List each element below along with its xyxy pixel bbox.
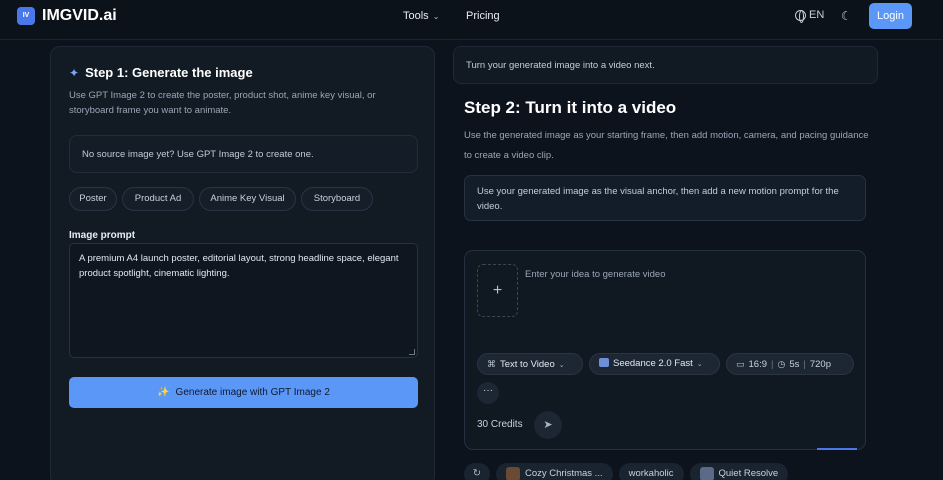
progress-indicator <box>817 448 857 450</box>
model-logo-icon <box>599 358 609 367</box>
mode-label: Text to Video <box>500 359 555 370</box>
language-label: EN <box>809 9 825 21</box>
image-prompt-textarea[interactable]: A premium A4 launch poster, editorial la… <box>69 243 418 358</box>
logo-icon[interactable]: IV <box>17 7 35 25</box>
language-switcher[interactable]: EN <box>795 9 825 23</box>
resize-handle-icon[interactable] <box>409 349 415 355</box>
nav-tools[interactable]: Tools ⌄ <box>403 10 439 22</box>
sparkle-icon: ✨ <box>157 387 170 398</box>
no-source-notice: No source image yet? Use GPT Image 2 to … <box>69 135 418 173</box>
magic-wand-icon: ✦ <box>69 65 80 80</box>
image-prompt-label: Image prompt <box>69 230 136 241</box>
globe-icon <box>795 9 806 23</box>
clock-icon: ◷ <box>777 359 786 369</box>
example-chip[interactable]: Quiet Resolve <box>689 463 789 480</box>
step1-description: Use GPT Image 2 to create the poster, pr… <box>69 90 376 116</box>
preset-chip-product-ad[interactable]: Product Ad <box>122 187 194 211</box>
model-selector[interactable]: Seedance 2.0 Fast ⌄ <box>589 353 720 375</box>
preset-chip-anime-key-visual[interactable]: Anime Key Visual <box>199 187 296 211</box>
preset-chip-poster[interactable]: Poster <box>69 187 117 211</box>
video-settings-selector[interactable]: ▭ 16:9 | ◷ 5s | 720p <box>726 353 854 375</box>
step1-heading: ✦ Step 1: Generate the image <box>69 65 253 80</box>
brand-name[interactable]: IMGVID.ai <box>42 7 117 25</box>
chevron-down-icon: ⌄ <box>696 361 703 368</box>
step2-description: Use the generated image as your starting… <box>464 130 869 161</box>
command-icon: ⌘ <box>487 359 496 369</box>
example-label: workaholic <box>628 468 674 479</box>
refresh-icon[interactable]: ↻ <box>464 463 490 480</box>
nav-pricing[interactable]: Pricing <box>466 10 500 22</box>
nav-tools-label: Tools <box>403 10 429 22</box>
video-idea-input[interactable] <box>525 266 845 282</box>
example-chip[interactable]: Cozy Christmas ... <box>496 463 613 480</box>
example-label: Quiet Resolve <box>718 468 779 479</box>
more-options-icon[interactable]: ··· <box>477 382 499 404</box>
credits-cost: 30 Credits <box>477 419 523 430</box>
example-label: Cozy Christmas ... <box>525 468 603 479</box>
video-composer: + ⌘Text to Video⌄ Seedance 2.0 Fast⌄ ▭16… <box>464 250 866 450</box>
example-thumbnail <box>506 467 520 480</box>
step1-title: Step 1: Generate the image <box>85 65 253 80</box>
chevron-down-icon: ⌄ <box>558 362 565 369</box>
upload-image-button[interactable]: + <box>477 264 518 317</box>
image-prompt-value: A premium A4 launch poster, editorial la… <box>79 253 399 279</box>
example-prompts-row: ↻ Cozy Christmas ... workaholic Quiet Re… <box>464 462 789 480</box>
generate-image-label: Generate image with GPT Image 2 <box>175 387 330 398</box>
next-step-note: Turn your generated image into a video n… <box>453 46 878 84</box>
generate-image-button[interactable]: ✨ Generate image with GPT Image 2 <box>69 377 418 408</box>
example-chip[interactable]: workaholic <box>618 463 684 480</box>
step2-title: Step 2: Turn it into a video <box>464 98 677 117</box>
send-icon[interactable]: ➤ <box>534 411 562 439</box>
aspect-ratio-icon: ▭ <box>736 359 745 369</box>
login-button[interactable]: Login <box>869 3 912 29</box>
aspect-label: 16:9 <box>748 359 768 370</box>
resolution-label: 720p <box>809 359 831 370</box>
separator: | <box>771 359 774 370</box>
theme-toggle-moon-icon[interactable]: ☾ <box>841 9 852 23</box>
mode-selector[interactable]: ⌘ Text to Video ⌄ <box>477 353 583 375</box>
plus-icon: + <box>492 282 503 299</box>
model-label: Seedance 2.0 Fast <box>613 358 693 369</box>
preset-chip-storyboard[interactable]: Storyboard <box>301 187 373 211</box>
duration-label: 5s <box>789 359 800 370</box>
visual-anchor-hint: Use your generated image as the visual a… <box>464 175 866 221</box>
example-thumbnail <box>699 467 714 480</box>
chevron-down-icon: ⌄ <box>432 12 440 21</box>
step1-panel: ✦ Step 1: Generate the image Use GPT Ima… <box>50 46 435 480</box>
separator: | <box>803 359 806 370</box>
top-bar: IV IMGVID.ai Tools ⌄ Pricing EN ☾ Login <box>0 0 943 40</box>
